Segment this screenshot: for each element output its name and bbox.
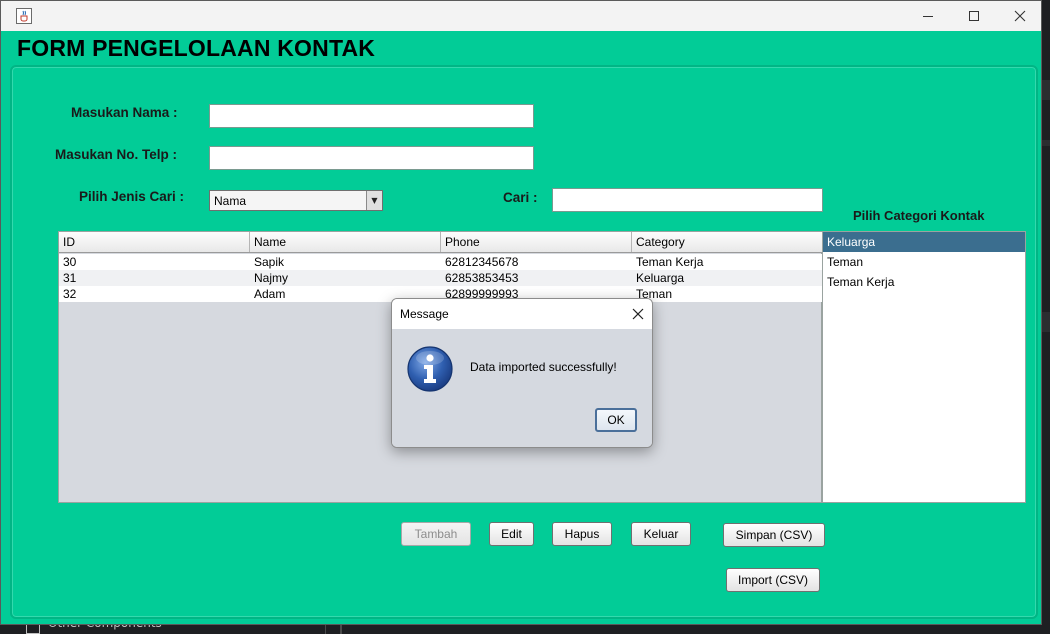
cell-phone: 62812345678: [445, 255, 519, 269]
column-header-category[interactable]: Category: [632, 232, 822, 252]
edit-button[interactable]: Edit: [489, 522, 534, 546]
message-dialog: Message Data imported successfully! OK: [391, 298, 653, 448]
column-header-name[interactable]: Name: [250, 232, 441, 252]
cell-name: Najmy: [254, 271, 289, 285]
cell-name: Sapik: [254, 255, 285, 269]
cell-phone: 62853853453: [445, 271, 519, 285]
maximize-icon: [969, 11, 979, 21]
title-bar: [1, 1, 1041, 31]
cari-input[interactable]: [552, 188, 823, 212]
jenis-cari-select[interactable]: Nama ▼: [209, 190, 383, 211]
dialog-title: Message: [400, 307, 449, 321]
cell-id: 30: [63, 255, 77, 269]
telp-input[interactable]: [209, 146, 534, 170]
telp-label: Masukan No. Telp :: [55, 147, 178, 162]
table-row[interactable]: 30 Sapik 62812345678 Teman Kerja: [59, 254, 822, 270]
table-row[interactable]: 31 Najmy 62853853453 Keluarga: [59, 270, 822, 286]
nama-input[interactable]: [209, 104, 534, 128]
close-window-button[interactable]: [997, 1, 1041, 31]
form-title: FORM PENGELOLAAN KONTAK: [17, 35, 376, 61]
column-header-id[interactable]: ID: [59, 232, 250, 252]
ok-button[interactable]: OK: [595, 408, 637, 432]
category-item-teman[interactable]: Teman: [823, 252, 1025, 272]
jenis-cari-value: Nama: [214, 194, 247, 208]
cell-name: Adam: [254, 287, 286, 301]
category-item-teman-kerja[interactable]: Teman Kerja: [823, 272, 1025, 292]
chevron-down-icon[interactable]: ▼: [366, 191, 382, 210]
import-csv-button[interactable]: Import (CSV): [726, 568, 820, 592]
category-list[interactable]: Keluarga Teman Teman Kerja: [822, 231, 1026, 503]
category-title: Pilih Categori Kontak: [853, 208, 985, 223]
category-item-keluarga[interactable]: Keluarga: [823, 232, 1025, 252]
java-cup-icon: [16, 8, 32, 24]
maximize-button[interactable]: [951, 1, 997, 31]
dialog-close-button[interactable]: [628, 304, 648, 324]
keluar-button[interactable]: Keluar: [631, 522, 691, 546]
nama-label: Masukan Nama :: [71, 105, 178, 120]
dialog-title-bar: Message: [392, 299, 652, 329]
close-icon: [632, 308, 644, 320]
simpan-csv-button[interactable]: Simpan (CSV): [723, 523, 825, 547]
minimize-icon: [923, 15, 933, 17]
jenis-cari-label: Pilih Jenis Cari :: [79, 189, 185, 204]
info-icon: [407, 346, 453, 392]
dialog-message: Data imported successfully!: [470, 360, 617, 374]
close-icon: [1014, 10, 1026, 22]
tambah-button[interactable]: Tambah: [401, 522, 471, 546]
hapus-button[interactable]: Hapus: [552, 522, 612, 546]
main-window: FORM PENGELOLAAN KONTAK Masukan Nama : M…: [0, 0, 1042, 625]
minimize-button[interactable]: [905, 1, 951, 31]
cell-id: 31: [63, 271, 77, 285]
dialog-body: Data imported successfully! OK: [392, 329, 652, 447]
table-body: 30 Sapik 62812345678 Teman Kerja 31 Najm…: [59, 254, 822, 302]
table-header: ID Name Phone Category: [59, 232, 822, 253]
cari-label: Cari :: [503, 190, 538, 205]
column-header-phone[interactable]: Phone: [441, 232, 632, 252]
cell-category: Teman Kerja: [636, 255, 704, 269]
cell-id: 32: [63, 287, 77, 301]
cell-category: Keluarga: [636, 271, 685, 285]
